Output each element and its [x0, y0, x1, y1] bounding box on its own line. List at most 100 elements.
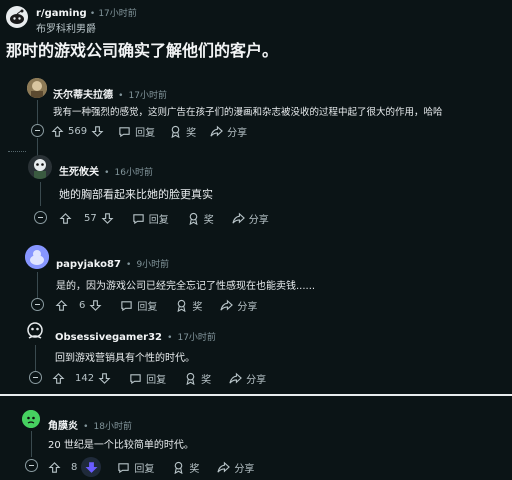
comment-meta: 沃尔蒂夫拉德 • 17小时前 [53, 83, 167, 102]
comment-text: 我有一种强烈的感觉，这则广告在孩子们的漫画和杂志被没收的过程中起了很大的作用，哈… [53, 107, 443, 118]
comment-time: 9小时前 [136, 260, 170, 270]
reply-icon[interactable] [132, 212, 145, 225]
vote-count: 6 [79, 300, 86, 311]
meta-separator: • [104, 168, 110, 178]
avatar[interactable] [24, 320, 46, 342]
user-avatar-icon [22, 410, 40, 428]
collapse-button[interactable] [29, 371, 42, 384]
reply-icon[interactable] [129, 372, 142, 385]
downvote-icon[interactable] [98, 372, 111, 385]
meta-separator: • [126, 260, 132, 270]
post-meta: r/gaming • 17小时前 [36, 6, 137, 19]
award-button[interactable]: 奖 [189, 460, 199, 475]
comment-actions: 142 回复 奖 分享 [52, 371, 266, 386]
award-icon[interactable] [184, 372, 197, 385]
downvote-icon[interactable] [89, 299, 102, 312]
post-title: 那时的游戏公司确实了解他们的客户。 [6, 41, 279, 60]
thread-connector [8, 151, 26, 152]
comment-author[interactable]: Obsessivegamer32 [55, 332, 162, 343]
user-avatar-icon [34, 159, 46, 179]
share-button[interactable]: 分享 [249, 211, 269, 226]
user-avatar-icon [27, 322, 43, 339]
award-icon[interactable] [172, 461, 185, 474]
reply-button[interactable]: 回复 [137, 298, 157, 313]
downvote-icon[interactable] [91, 125, 104, 138]
award-button[interactable]: 奖 [204, 211, 214, 226]
collapse-button[interactable] [34, 211, 47, 224]
collapse-button[interactable] [25, 459, 38, 472]
collapse-button[interactable] [31, 298, 44, 311]
comment-time: 16小时前 [114, 168, 153, 178]
reply-button[interactable]: 回复 [134, 460, 154, 475]
upvote-icon[interactable] [48, 461, 61, 474]
comment-meta: 生死攸关 • 16小时前 [59, 160, 153, 179]
share-icon[interactable] [229, 372, 242, 385]
award-button[interactable]: 奖 [192, 298, 202, 313]
meta-separator: • [89, 9, 96, 19]
section-divider [0, 394, 512, 396]
share-icon[interactable] [217, 461, 231, 474]
share-button[interactable]: 分享 [246, 371, 266, 386]
reply-icon[interactable] [120, 299, 133, 312]
reply-button[interactable]: 回复 [149, 211, 169, 226]
reply-icon[interactable] [117, 461, 130, 474]
subreddit-link[interactable]: r/gaming [36, 8, 87, 19]
vote-count: 142 [75, 373, 95, 384]
avatar[interactable] [25, 245, 49, 269]
comment-actions: 8 回复 奖 分享 [48, 457, 254, 477]
collapse-button[interactable] [31, 124, 44, 137]
comment-author[interactable]: 沃尔蒂夫拉德 [53, 90, 113, 101]
upvote-icon[interactable] [55, 299, 68, 312]
thread-line[interactable] [31, 431, 32, 457]
award-icon[interactable] [175, 299, 188, 312]
comment-meta: Obsessivegamer32 • 17小时前 [55, 325, 216, 344]
share-icon[interactable] [210, 125, 223, 138]
user-avatar-icon [25, 245, 49, 269]
award-icon[interactable] [169, 125, 182, 138]
share-icon[interactable] [232, 212, 245, 225]
meta-separator: • [118, 91, 124, 101]
comment-actions: 6 回复 奖 分享 [55, 298, 257, 313]
comment-actions: 57 回复 奖 分享 [59, 211, 269, 226]
upvote-icon[interactable] [51, 125, 64, 138]
vote-count: 8 [71, 461, 78, 473]
thread-line[interactable] [40, 182, 41, 206]
avatar[interactable] [27, 78, 47, 98]
award-button[interactable]: 奖 [186, 124, 196, 139]
comment-author[interactable]: 角膜炎 [48, 421, 78, 432]
subreddit-avatar[interactable] [6, 6, 28, 28]
share-button[interactable]: 分享 [227, 124, 247, 139]
award-icon[interactable] [187, 212, 200, 225]
comment-text: 她的胸部看起来比她的脸更真实 [59, 188, 213, 201]
comment-meta: 角膜炎 • 18小时前 [48, 414, 132, 433]
upvote-icon[interactable] [52, 372, 65, 385]
avatar[interactable] [28, 155, 52, 179]
reply-button[interactable]: 回复 [135, 124, 155, 139]
downvote-icon [85, 461, 98, 473]
comment-time: 17小时前 [128, 91, 167, 101]
comment-time: 18小时前 [93, 422, 132, 432]
post-time: 17小时前 [98, 9, 137, 19]
award-button[interactable]: 奖 [201, 371, 211, 386]
share-button[interactable]: 分享 [234, 460, 254, 475]
upvote-icon[interactable] [59, 212, 72, 225]
share-button[interactable]: 分享 [237, 298, 257, 313]
meta-separator: • [83, 422, 89, 432]
reply-button[interactable]: 回复 [146, 371, 166, 386]
comment-author[interactable]: 生死攸关 [59, 167, 99, 178]
avatar[interactable] [22, 410, 40, 428]
thread-line[interactable] [35, 345, 36, 371]
reply-icon[interactable] [118, 125, 131, 138]
user-avatar-icon [27, 78, 47, 98]
thread-line[interactable] [37, 100, 38, 124]
comment-text: 回到游戏营销具有个性的时代。 [55, 353, 195, 364]
post-author[interactable]: 布罗科利男爵 [36, 20, 96, 35]
comment-author[interactable]: papyjako87 [56, 259, 121, 270]
vote-count: 569 [68, 126, 88, 137]
downvote-button-active[interactable] [81, 457, 102, 477]
thread-line[interactable] [37, 272, 38, 298]
share-icon[interactable] [220, 299, 234, 312]
comment-text: 是的，因为游戏公司已经完全忘记了性感现在也能卖钱...... [56, 281, 316, 292]
vote-count: 57 [84, 213, 97, 224]
downvote-icon[interactable] [101, 212, 114, 225]
